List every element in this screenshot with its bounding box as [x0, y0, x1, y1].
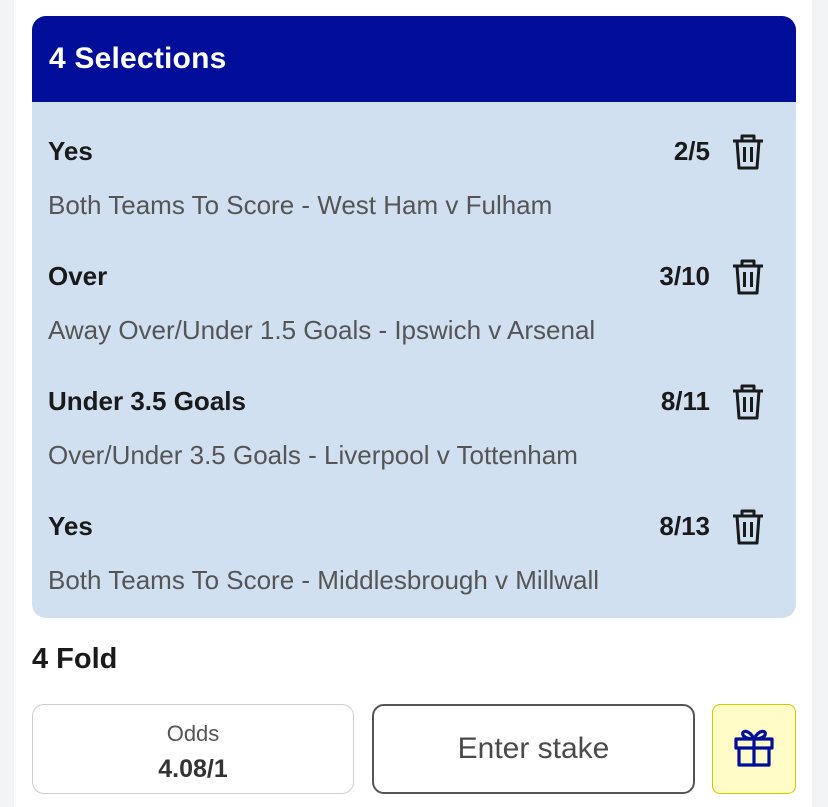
fold-odds-box: Odds 4.08/1 [32, 704, 354, 794]
odds-value: 4.08/1 [158, 755, 228, 783]
selection-description: Away Over/Under 1.5 Goals - Ipswich v Ar… [48, 315, 596, 345]
selection-description: Both Teams To Score - Middlesbrough v Mi… [48, 565, 600, 595]
free-bet-gift-button[interactable] [712, 704, 796, 794]
selection-odds[interactable]: 8/11 [661, 386, 710, 417]
selections-title: 4 Selections [49, 42, 227, 75]
trash-icon[interactable] [730, 382, 766, 422]
selection-item: Over 3/10 Away Over/Under 1.5 Goals - Ip… [32, 227, 796, 352]
selection-item: Yes 2/5 Both Teams To Score - West Ham v… [32, 102, 796, 227]
selection-name: Over [48, 261, 108, 291]
stake-input[interactable] [372, 704, 695, 794]
selection-odds[interactable]: 3/10 [659, 261, 710, 292]
fold-label: 4 Fold [32, 643, 118, 675]
selection-item: Yes 8/13 Both Teams To Score - Middlesbr… [32, 477, 796, 602]
trash-icon[interactable] [730, 257, 766, 297]
selections-header: 4 Selections [32, 16, 796, 102]
selection-name: Yes [48, 136, 93, 166]
trash-icon[interactable] [730, 132, 766, 172]
trash-icon[interactable] [730, 507, 766, 547]
selection-odds[interactable]: 2/5 [674, 136, 710, 167]
odds-caption: Odds [166, 721, 220, 746]
selection-odds[interactable]: 8/13 [659, 511, 710, 542]
selections-card: 4 Selections Yes 2/5 Both Teams To Score… [32, 16, 796, 618]
selections-list: Yes 2/5 Both Teams To Score - West Ham v… [32, 102, 796, 602]
selection-description: Over/Under 3.5 Goals - Liverpool v Totte… [48, 440, 578, 470]
selection-name: Under 3.5 Goals [48, 386, 246, 416]
gift-icon [732, 725, 776, 774]
selection-item: Under 3.5 Goals 8/11 Over/Under 3.5 Goal… [32, 352, 796, 477]
selection-name: Yes [48, 511, 93, 541]
selection-description: Both Teams To Score - West Ham v Fulham [48, 190, 553, 220]
